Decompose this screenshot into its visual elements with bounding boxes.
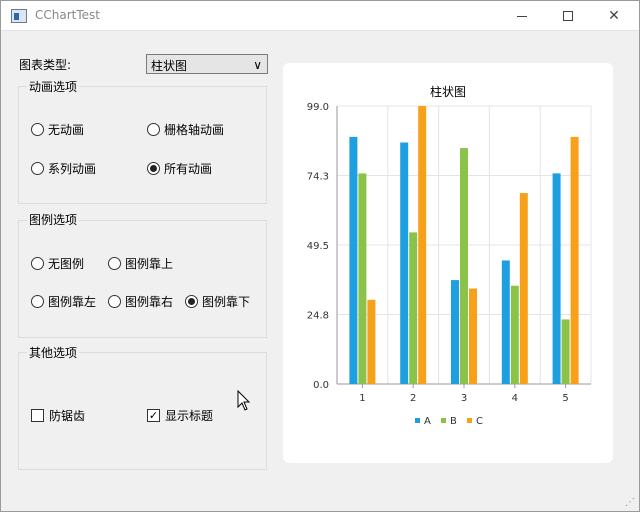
radio-legend-right[interactable]: 图例靠右 (108, 293, 173, 310)
radio-legend-top[interactable]: 图例靠上 (108, 255, 173, 272)
x-tick-label: 1 (359, 393, 365, 404)
bar (561, 319, 570, 384)
radio-no-animation[interactable]: 无动画 (31, 121, 84, 138)
radio-grid-axis-animation[interactable]: 栅格轴动画 (147, 121, 224, 138)
radio-label: 系列动画 (48, 162, 97, 176)
x-tick-label: 3 (461, 393, 467, 404)
minimize-button[interactable] (499, 1, 545, 31)
bar (349, 136, 358, 384)
radio-indicator (147, 123, 160, 136)
radio-label: 图例靠上 (125, 257, 174, 271)
radio-label: 图例靠右 (125, 295, 174, 309)
legend-label: A (424, 416, 431, 427)
bar-chart: 0.0 24.8 49.5 74.3 99.0 1 2 3 4 5 A B C (307, 102, 592, 427)
radio-indicator (147, 162, 160, 175)
legend-options-title: 图例选项 (27, 211, 80, 228)
title-bar[interactable]: CChartTest ✕ (1, 1, 639, 31)
mouse-cursor-icon (237, 390, 251, 411)
radio-no-legend[interactable]: 无图例 (31, 255, 84, 272)
bar (409, 232, 418, 384)
checkbox-antialiasing[interactable]: 防锯齿 (31, 407, 85, 424)
radio-label: 所有动画 (164, 162, 213, 176)
radio-indicator (108, 257, 121, 270)
minimize-icon (517, 15, 527, 17)
bar (510, 285, 519, 384)
radio-label: 图例靠下 (202, 295, 251, 309)
app-icon (11, 9, 27, 23)
close-icon: ✕ (608, 8, 620, 24)
bar (501, 260, 510, 384)
close-button[interactable]: ✕ (591, 1, 637, 31)
chevron-down-icon: ∨ (253, 58, 262, 72)
legend-label: C (476, 416, 483, 427)
bar (358, 173, 367, 384)
resize-grip-icon[interactable]: ⋰ (625, 497, 635, 508)
legend-swatch (415, 418, 420, 423)
bar (418, 106, 427, 384)
radio-legend-bottom[interactable]: 图例靠下 (185, 293, 250, 310)
check-icon: ✓ (147, 409, 160, 422)
bar (400, 142, 409, 384)
radio-all-animations[interactable]: 所有动画 (147, 160, 212, 177)
y-tick-label: 99.0 (307, 102, 329, 113)
y-tick-label: 74.3 (307, 172, 329, 183)
main-window: CChartTest ✕ 图表类型: 柱状图 ∨ 动画选项 无动画 栅格轴动画 … (0, 0, 640, 512)
radio-label: 图例靠左 (48, 295, 97, 309)
other-options-title: 其他选项 (27, 344, 80, 361)
radio-indicator (108, 295, 121, 308)
radio-label: 无动画 (48, 123, 85, 137)
radio-label: 无图例 (48, 257, 85, 271)
maximize-button[interactable] (545, 1, 591, 31)
animation-options-group (18, 86, 267, 204)
bar (469, 288, 477, 384)
y-tick-label: 0.0 (313, 380, 329, 391)
checkbox-label: 显示标题 (165, 409, 214, 423)
radio-indicator (31, 295, 44, 308)
y-tick-label: 24.8 (307, 311, 329, 322)
legend-label: B (450, 416, 457, 427)
checkbox-label: 防锯齿 (49, 409, 86, 423)
checkbox-show-title[interactable]: ✓ 显示标题 (147, 407, 213, 424)
window-title: CChartTest (35, 8, 100, 22)
radio-legend-left[interactable]: 图例靠左 (31, 293, 96, 310)
bar (451, 280, 459, 384)
x-tick-label: 4 (512, 393, 518, 404)
legend-options-group (18, 220, 267, 338)
bar (367, 299, 376, 384)
y-tick-label: 49.5 (307, 241, 329, 252)
x-tick-label: 5 (562, 393, 568, 404)
chart-type-select[interactable]: 柱状图 ∨ (146, 54, 268, 74)
radio-indicator (31, 162, 44, 175)
chart-view: 柱状图 0.0 24.8 49.5 74.3 99.0 1 2 3 4 5 A B C (283, 63, 613, 463)
radio-label: 栅格轴动画 (164, 123, 225, 137)
bar (552, 173, 561, 384)
bar (519, 193, 528, 384)
radio-series-animation[interactable]: 系列动画 (31, 160, 96, 177)
chart-type-label: 图表类型: (19, 58, 72, 72)
radio-indicator (31, 123, 44, 136)
bar (570, 136, 579, 384)
animation-options-title: 动画选项 (27, 78, 80, 95)
maximize-icon (563, 11, 573, 21)
radio-indicator (185, 295, 198, 308)
legend-swatch (441, 418, 446, 423)
bar (460, 148, 468, 384)
radio-indicator (31, 257, 44, 270)
chart-type-value: 柱状图 (151, 59, 188, 73)
legend-swatch (467, 418, 472, 423)
x-tick-label: 2 (410, 393, 416, 404)
checkbox-indicator (31, 409, 44, 422)
